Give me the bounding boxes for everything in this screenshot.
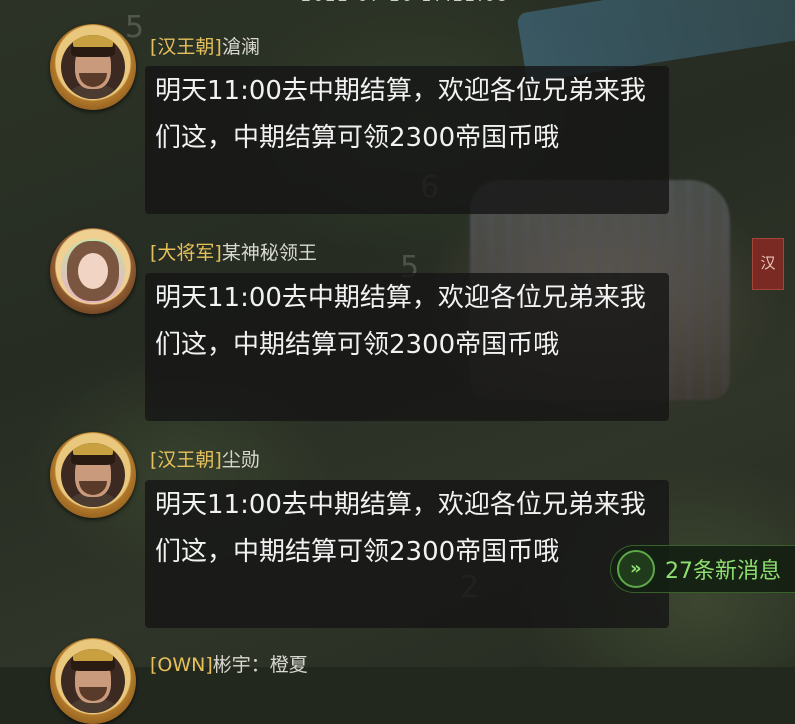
message-bubble[interactable]: 明天11:00去中期结算，欢迎各位兄弟来我们这，中期结算可领2300帝国币哦 [145,480,669,628]
sender-name-row[interactable]: [大将军]某神秘领王 [150,238,317,265]
map-marker: 5 [125,10,145,45]
new-messages-button[interactable]: » 27条新消息 [609,542,795,596]
rank-tag: [大将军] [150,242,222,264]
timestamp-strip: 2022-07-20 17:22:08 [285,0,525,8]
alliance-tag: [OWN] [150,654,213,676]
sender-name-row[interactable]: [汉王朝]尘勋 [150,445,260,472]
sender-name: 滄澜 [221,36,260,58]
han-banner: 汉 [752,238,784,290]
new-messages-label: 27条新消息 [665,559,781,584]
player-avatar[interactable] [50,638,136,724]
alliance-tag: [汉王朝] [150,36,222,58]
player-avatar[interactable] [50,432,136,518]
alliance-tag: [汉王朝] [150,449,222,471]
sender-name-row[interactable]: [汉王朝]滄澜 [150,32,260,59]
sender-name: 尘勋 [221,449,260,471]
sender-name-row[interactable]: [OWN]彬宇：橙夏 [150,650,308,677]
player-avatar[interactable] [50,228,136,314]
message-bubble[interactable]: 明天11:00去中期结算，欢迎各位兄弟来我们这，中期结算可领2300帝国币哦 [145,273,669,421]
message-bubble[interactable]: 明天11:00去中期结算，欢迎各位兄弟来我们这，中期结算可领2300帝国币哦 [145,66,669,214]
player-avatar[interactable] [50,24,136,110]
sender-name: 某神秘领王 [221,242,317,264]
sender-name: 彬宇：橙夏 [212,654,308,676]
